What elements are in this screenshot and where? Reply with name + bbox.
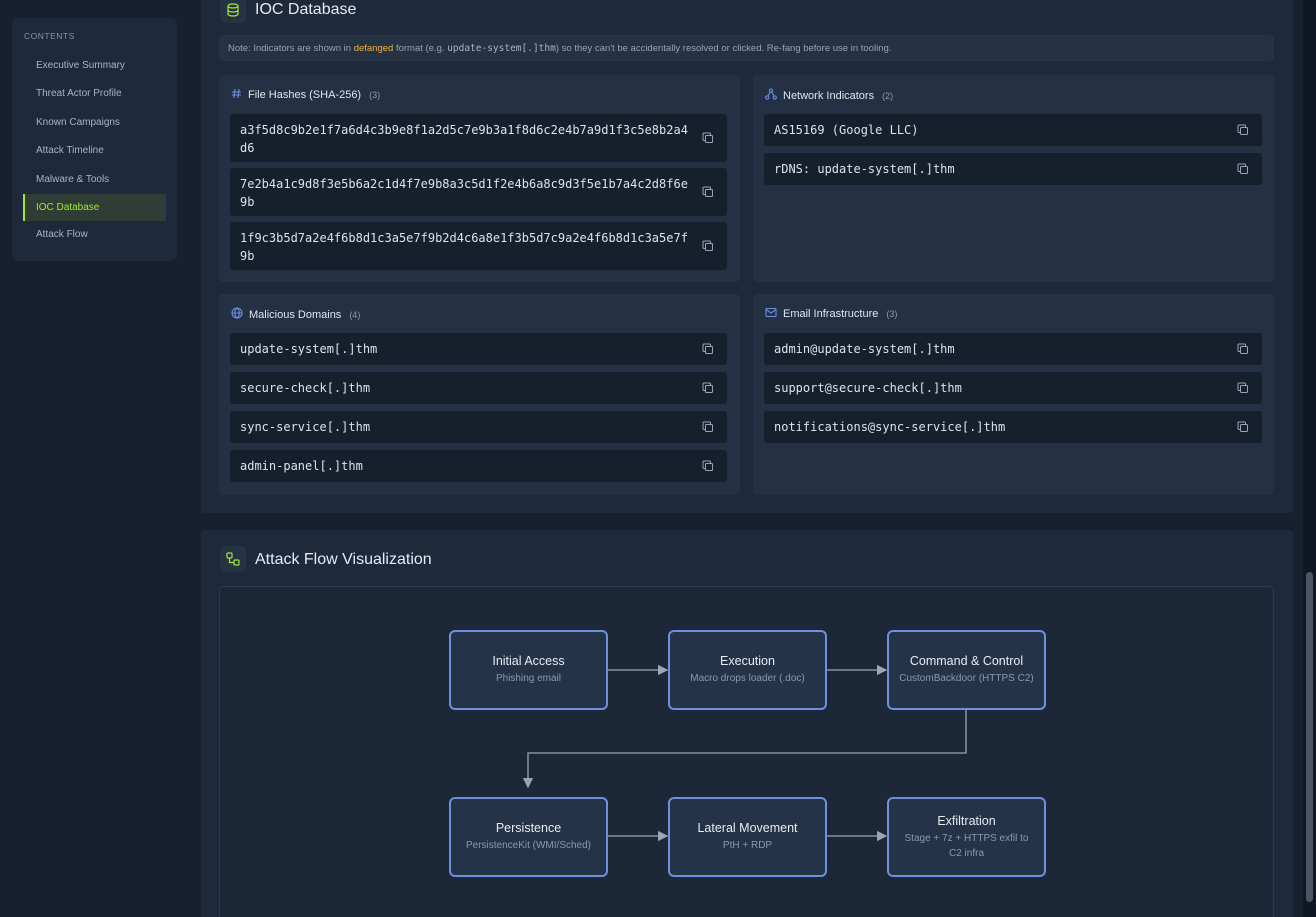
email-item[interactable]: notifications@sync-service[.]thm [764,411,1262,443]
toc-item-attack-flow[interactable]: Attack Flow [23,221,166,250]
hash-item[interactable]: 1f9c3b5d7a2e4f6b8d1c3a5e7f9b2d4c6a8e1f3b… [230,222,727,270]
copy-icon[interactable] [1237,124,1249,136]
node-title: Initial Access [492,654,565,668]
panel-count: (3) [369,90,381,100]
network-icon [765,88,777,103]
node-title: Execution [720,654,775,668]
globe-icon [231,307,243,322]
section-title: IOC Database [255,1,357,18]
panel-header: Network Indicators (2) [765,88,893,103]
copy-icon[interactable] [1237,343,1249,355]
node-subtitle: PersistenceKit (WMI/Sched) [465,840,592,851]
domain-value: update-system[.]thm [240,342,378,356]
panel-header: Malicious Domains (4) [231,307,360,322]
flow-arrow [522,710,967,789]
section-title: Attack Flow Visualization [255,551,432,568]
database-icon [220,0,246,23]
node-subtitle: PtH + RDP [722,840,773,851]
hash-value: 1f9c3b5d7a2e4f6b8d1c3a5e7f9b2d4c6a8e1f3b… [240,231,688,263]
node-subtitle: CustomBackdoor (HTTPS C2) [899,673,1034,684]
email-item[interactable]: support@secure-check[.]thm [764,372,1262,404]
network-item[interactable]: AS15169 (Google LLC) [764,114,1262,146]
flow-node-command-control[interactable]: Command & Control CustomBackdoor (HTTPS … [887,630,1046,710]
network-value: rDNS: update-system[.]thm [774,162,955,176]
panel-title: Network Indicators [783,89,875,102]
panel-count: (4) [349,309,361,320]
panel-header: File Hashes (SHA-256) (3) [231,88,380,102]
panel-header: Email Infrastructure (3) [765,307,897,321]
scrollbar-thumb[interactable] [1306,572,1313,902]
note-suffix: ) so they can't be accidentally resolved… [555,42,892,54]
ioc-database-section: IOC Database Note: Indicators are shown … [201,0,1293,513]
copy-icon[interactable] [702,460,714,472]
panel-title: Email Infrastructure [783,308,879,320]
toc-heading: CONTENTS [24,31,75,41]
flow-icon [220,546,246,572]
network-item[interactable]: rDNS: update-system[.]thm [764,153,1262,185]
toc-item-ioc-database[interactable]: IOC Database [23,193,166,221]
flow-node-exfiltration[interactable]: Exfiltration Stage + 7z + HTTPS exfil to… [887,797,1046,877]
email-value: support@secure-check[.]thm [774,381,962,395]
note-example: update-system[.]thm [447,42,556,54]
node-title: Lateral Movement [697,821,798,835]
email-value: notifications@sync-service[.]thm [774,420,1006,434]
copy-icon[interactable] [702,421,714,433]
node-title: Exfiltration [937,813,996,828]
copy-icon[interactable] [702,240,714,252]
panel-count: (3) [886,309,898,319]
domain-value: sync-service[.]thm [240,420,371,434]
node-subtitle: Macro drops loader (.doc) [690,673,805,684]
flow-node-execution[interactable]: Execution Macro drops loader (.doc) [668,630,827,710]
flow-node-lateral-movement[interactable]: Lateral Movement PtH + RDP [668,797,827,877]
note-middle: format (e.g. [395,42,445,54]
flow-node-persistence[interactable]: Persistence PersistenceKit (WMI/Sched) [449,797,608,877]
toc-item-known-campaigns[interactable]: Known Campaigns [23,108,166,137]
email-value: admin@update-system[.]thm [774,342,955,356]
network-value: AS15169 (Google LLC) [774,123,919,137]
panel-title: File Hashes (SHA-256) [248,89,362,101]
table-of-contents: CONTENTS Executive Summary Threat Actor … [12,18,177,261]
hash-item[interactable]: 7e2b4a1c9d8f3e5b6a2c1d4f7e9b8a3c5d1f2e4b… [230,168,727,216]
copy-icon[interactable] [702,343,714,355]
panel-count: (2) [882,90,894,101]
node-title: Command & Control [909,654,1024,668]
copy-icon[interactable] [702,186,714,198]
note-prefix: Note: Indicators are shown in [228,42,352,54]
node-title: Persistence [495,821,562,835]
mail-icon [765,307,777,321]
panel-title: Malicious Domains [249,308,342,321]
defang-note: Note: Indicators are shown in defanged f… [219,35,1274,61]
network-indicators-panel: Network Indicators (2) AS15169 (Google L… [753,75,1274,282]
attack-flow-section: Attack Flow Visualization Initial Access… [201,530,1293,917]
domain-value: secure-check[.]thm [240,381,371,395]
hash-icon [231,88,242,102]
node-subtitle: Stage + 7z + HTTPS exfil to C2 infra [904,832,1029,859]
domain-item[interactable]: secure-check[.]thm [230,372,727,404]
hash-value: a3f5d8c9b2e1f7a6d4c3b9e8f1a2d5c7e9b3a1f8… [240,123,688,155]
copy-icon[interactable] [1237,421,1249,433]
copy-icon[interactable] [702,132,714,144]
toc-item-malware-tools[interactable]: Malware & Tools [23,165,166,194]
hash-value: 7e2b4a1c9d8f3e5b6a2c1d4f7e9b8a3c5d1f2e4b… [240,177,688,209]
flow-node-initial-access[interactable]: Initial Access Phishing email [449,630,608,710]
node-subtitle: Phishing email [495,673,562,684]
toc-item-executive-summary[interactable]: Executive Summary [23,51,166,80]
file-hashes-panel: File Hashes (SHA-256) (3) a3f5d8c9b2e1f7… [219,75,740,282]
hash-item[interactable]: a3f5d8c9b2e1f7a6d4c3b9e8f1a2d5c7e9b3a1f8… [230,114,727,162]
domain-value: admin-panel[.]thm [240,459,363,473]
email-infrastructure-panel: Email Infrastructure (3) admin@update-sy… [753,294,1274,495]
toc-item-attack-timeline[interactable]: Attack Timeline [23,137,166,166]
toc-list: Executive Summary Threat Actor Profile K… [23,51,166,249]
email-item[interactable]: admin@update-system[.]thm [764,333,1262,365]
toc-item-threat-actor-profile[interactable]: Threat Actor Profile [23,80,166,109]
copy-icon[interactable] [1237,382,1249,394]
flow-diagram: Initial Access Phishing email Execution … [219,586,1274,917]
malicious-domains-panel: Malicious Domains (4) update-system[.]th… [219,294,740,495]
domain-item[interactable]: sync-service[.]thm [230,411,727,443]
copy-icon[interactable] [702,382,714,394]
domain-item[interactable]: update-system[.]thm [230,333,727,365]
copy-icon[interactable] [1237,163,1249,175]
domain-item[interactable]: admin-panel[.]thm [230,450,727,482]
note-highlight: defanged [353,42,394,54]
